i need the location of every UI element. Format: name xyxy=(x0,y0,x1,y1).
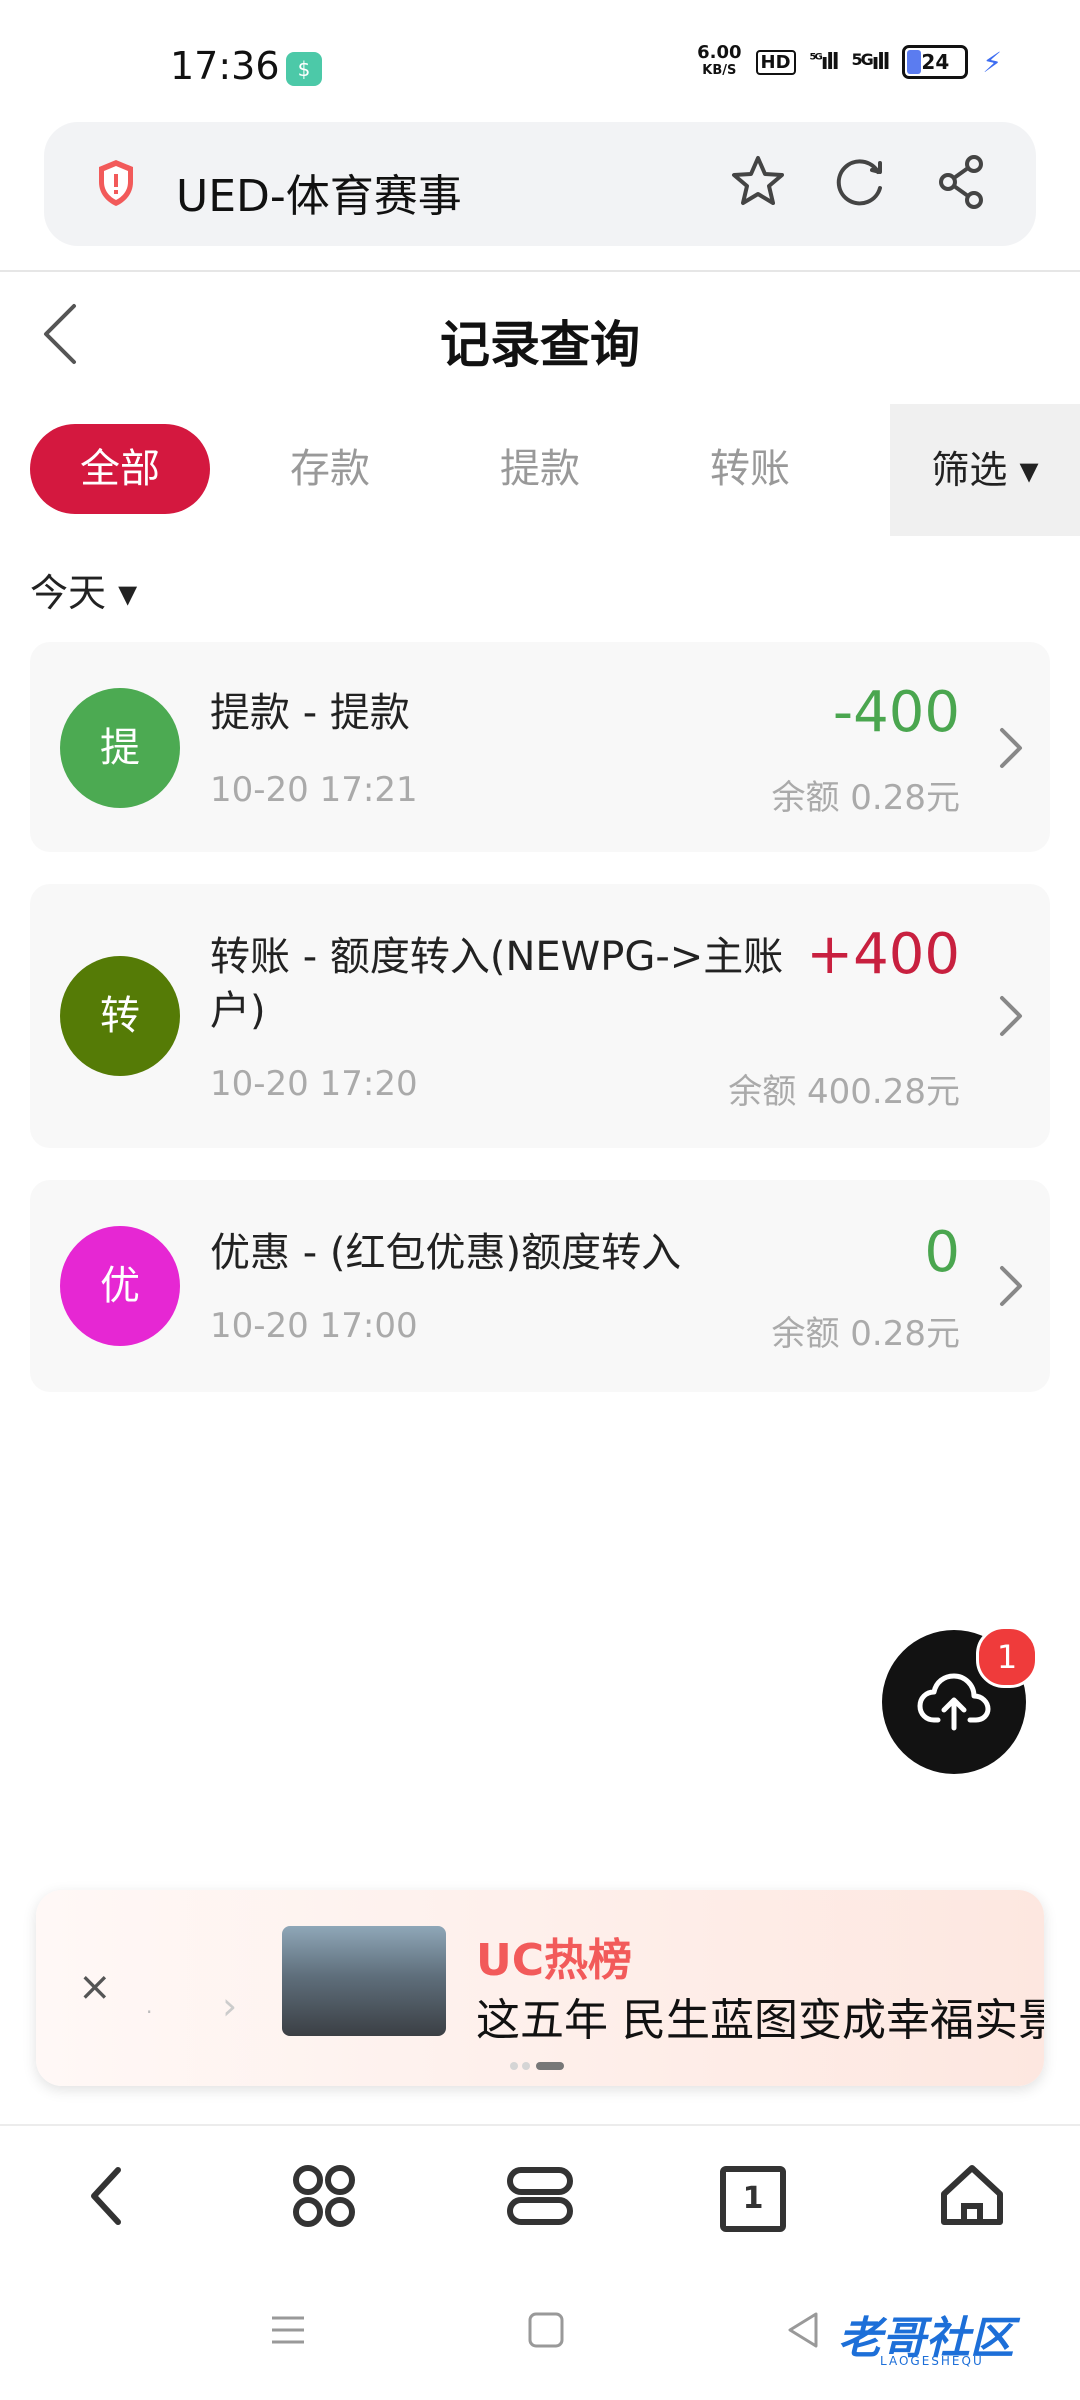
nav-back-icon[interactable] xyxy=(72,2160,144,2232)
record-amount: +400 xyxy=(806,922,960,987)
signal-label-2: 5G xyxy=(851,49,873,69)
network-speed-value: 6.00 xyxy=(697,42,742,63)
tab-all[interactable]: 全部 xyxy=(30,424,210,514)
hd-icon: HD xyxy=(755,49,796,75)
record-balance: 余额 0.28元 xyxy=(771,778,960,818)
menu-icon[interactable] xyxy=(504,2160,576,2232)
chevron-right-icon[interactable] xyxy=(998,994,1024,1038)
tab-withdraw[interactable]: 提款 xyxy=(460,424,620,514)
filter-button[interactable]: 筛选 ▾ xyxy=(890,404,1080,536)
divider xyxy=(0,270,1080,272)
record-time: 10-20 17:00 xyxy=(210,1306,418,1346)
status-time: 17:36 xyxy=(170,44,280,88)
record-avatar: 提 xyxy=(60,688,180,808)
home-icon[interactable] xyxy=(936,2160,1008,2232)
charging-icon: ⚡ xyxy=(982,45,1002,79)
page-title: 记录查询 xyxy=(440,316,640,374)
divider xyxy=(0,2124,1080,2126)
record-time: 10-20 17:21 xyxy=(210,770,418,810)
record-title: 提款 - 提款 xyxy=(210,690,410,736)
apps-icon[interactable] xyxy=(288,2160,360,2232)
date-filter-dropdown[interactable]: 今天 ▾ xyxy=(30,562,137,617)
chevron-right-icon[interactable] xyxy=(998,1264,1024,1308)
banner-pager xyxy=(510,2062,564,2070)
app-notification-icon: $ xyxy=(286,52,322,86)
news-headline[interactable]: 这五年 民生蓝图变成幸福实景 xyxy=(476,1984,1044,2048)
page-url-title[interactable]: UED-体育赛事 xyxy=(176,160,462,224)
tab-transfer[interactable]: 转账 xyxy=(670,424,830,514)
record-avatar: 优 xyxy=(60,1226,180,1346)
system-menu-icon[interactable] xyxy=(268,2310,308,2350)
battery-icon: 24 xyxy=(902,45,969,79)
chevron-right-icon[interactable] xyxy=(998,726,1024,770)
record-avatar: 转 xyxy=(60,956,180,1076)
news-thumbnail[interactable] xyxy=(282,1926,446,2036)
record-title: 优惠 - (红包优惠)额度转入 xyxy=(210,1230,682,1276)
signal-icon-2: 5Gıll xyxy=(851,49,890,75)
record-title: 转账 - 额度转入(NEWPG->主账户) xyxy=(210,934,784,1034)
banner-brand: UC热榜 xyxy=(476,1935,633,1986)
record-amount: -400 xyxy=(832,680,960,745)
record-balance: 余额 400.28元 xyxy=(728,1072,960,1112)
refresh-icon[interactable] xyxy=(828,150,892,214)
network-speed: 6.00 KB/S xyxy=(697,44,741,80)
network-speed-unit: KB/S xyxy=(702,63,737,78)
star-icon[interactable] xyxy=(726,150,790,214)
share-icon[interactable] xyxy=(930,150,994,214)
tab-deposit[interactable]: 存款 xyxy=(250,424,410,514)
record-time: 10-20 17:20 xyxy=(210,1064,418,1104)
signal-icon-1: ⁵ᴳıll xyxy=(809,49,840,75)
shield-icon[interactable] xyxy=(96,158,136,208)
record-card[interactable] xyxy=(30,642,1050,852)
record-amount: 0 xyxy=(924,1220,960,1285)
watermark-subtitle: LAOGESHEQU xyxy=(880,2354,984,2368)
notification-badge: 1 xyxy=(976,1626,1038,1688)
battery-level: 24 xyxy=(921,50,950,74)
signal-label-1: ⁵ᴳ xyxy=(809,49,823,69)
chevron-right-icon[interactable]: › xyxy=(222,1984,237,2028)
system-back-icon[interactable] xyxy=(784,2310,824,2350)
record-card[interactable] xyxy=(30,1180,1050,1392)
tabs-icon[interactable]: 1 xyxy=(720,2166,786,2232)
close-banner-button[interactable]: × xyxy=(78,1964,112,2010)
banner-dot: · xyxy=(146,2000,153,2024)
system-home-icon[interactable] xyxy=(526,2310,566,2350)
record-balance: 余额 0.28元 xyxy=(771,1314,960,1354)
status-indicators: 6.00 KB/S HD ⁵ᴳıll 5Gıll 24 ⚡ xyxy=(697,44,1002,80)
